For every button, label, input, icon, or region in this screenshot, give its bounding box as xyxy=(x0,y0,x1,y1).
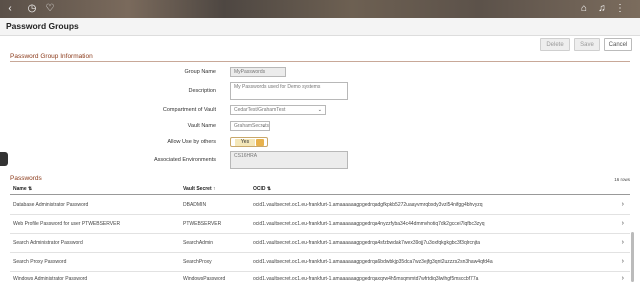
section-heading-passwords: Passwords xyxy=(10,175,42,182)
notification-icon[interactable]: ♫ xyxy=(596,3,608,15)
row-ocid: ocid1.vaultsecret.oc1.eu-frankfurt-1.ama… xyxy=(253,259,493,265)
vault-name-label: Vault Name xyxy=(187,123,216,129)
table-row[interactable]: Search Administrator Password SearchAdmi… xyxy=(10,234,630,253)
favorites-icon[interactable]: ♡ xyxy=(44,3,56,15)
associated-envs-field: CS16HRA xyxy=(230,151,348,169)
allow-use-toggle[interactable]: Yes xyxy=(230,137,268,147)
row-ocid: ocid1.vaultsecret.oc1.eu-frankfurt-1.ama… xyxy=(253,202,483,208)
row-secret: SearchProxy xyxy=(183,259,212,265)
column-header-ocid[interactable]: OCID ⇅ xyxy=(253,186,271,192)
divider xyxy=(10,61,630,62)
compartment-value: CedarTest/GrahamTest xyxy=(234,107,286,113)
more-icon[interactable]: ⋮ xyxy=(614,3,626,15)
table-row[interactable]: Windows Administrator Password WindowsPa… xyxy=(10,270,630,289)
chevron-right-icon[interactable]: › xyxy=(622,201,624,208)
back-icon[interactable]: ‹ xyxy=(4,3,16,15)
row-count: 16 rows xyxy=(614,177,630,182)
row-secret: DBADMIN xyxy=(183,202,207,208)
group-name-field[interactable]: MyPasswords xyxy=(230,67,286,77)
home-icon[interactable]: ⌂ xyxy=(578,3,590,15)
allow-use-value: Yes xyxy=(235,139,255,146)
group-name-label: Group Name xyxy=(184,69,217,75)
side-panel-handle[interactable] xyxy=(0,152,8,166)
vault-name-select[interactable]: GrahamSecrets ⌄ xyxy=(230,121,270,131)
row-name: Search Proxy Password xyxy=(13,259,67,265)
row-ocid: ocid1.vaultsecret.oc1.eu-frankfurt-1.ama… xyxy=(253,221,485,227)
compartment-select[interactable]: CedarTest/GrahamTest ⌄ xyxy=(230,105,326,115)
chevron-right-icon[interactable]: › xyxy=(622,239,624,246)
chevron-right-icon[interactable]: › xyxy=(622,220,624,227)
compartment-label: Compartment of Vault xyxy=(162,107,216,113)
table-row[interactable]: Database Administrator Password DBADMIN … xyxy=(10,196,630,215)
row-name: Database Administrator Password xyxy=(13,202,89,208)
row-name: Windows Administrator Password xyxy=(13,276,88,282)
row-ocid: ocid1.vaultsecret.oc1.eu-frankfurt-1.ama… xyxy=(253,240,481,246)
column-header-vault-secret[interactable]: Vault Secret ↑ xyxy=(183,186,216,192)
row-secret: PTWEBSERVER xyxy=(183,221,222,227)
description-label: Description xyxy=(188,88,216,94)
chevron-down-icon: ⌄ xyxy=(261,123,266,129)
row-secret: SearchAdmin xyxy=(183,240,214,246)
row-ocid: ocid1.vaultsecret.oc1.eu-frankfurt-1.ama… xyxy=(253,276,479,282)
chevron-right-icon[interactable]: › xyxy=(622,275,624,282)
page-title: Password Groups xyxy=(6,21,79,31)
table-scrollbar[interactable] xyxy=(631,232,634,282)
page-title-bar: Password Groups xyxy=(0,18,640,36)
toggle-knob xyxy=(256,139,264,146)
chevron-down-icon: ⌄ xyxy=(317,107,322,113)
chevron-right-icon[interactable]: › xyxy=(622,258,624,265)
associated-envs-label: Associated Environments xyxy=(153,157,216,163)
browser-top-bar: ‹ ◷ ♡ ⌂ ♫ ⋮ xyxy=(0,0,640,18)
row-name: Web Profile Password for user PTWEBSERVE… xyxy=(13,221,121,227)
history-icon[interactable]: ◷ xyxy=(26,3,38,15)
save-button[interactable]: Save xyxy=(574,38,600,51)
cancel-button[interactable]: Cancel xyxy=(604,38,632,51)
section-heading-info: Password Group Information xyxy=(10,53,93,60)
delete-button[interactable]: Delete xyxy=(540,38,570,51)
row-name: Search Administrator Password xyxy=(13,240,83,246)
row-secret: WindowsPassword xyxy=(183,276,226,282)
column-header-name[interactable]: Name ⇅ xyxy=(13,186,32,192)
allow-use-label: Allow Use by others xyxy=(167,139,216,145)
table-header: Name ⇅ Vault Secret ↑ OCID ⇅ xyxy=(10,185,630,195)
description-field[interactable]: My Passwords used for Demo systems xyxy=(230,82,348,100)
table-row[interactable]: Web Profile Password for user PTWEBSERVE… xyxy=(10,215,630,234)
